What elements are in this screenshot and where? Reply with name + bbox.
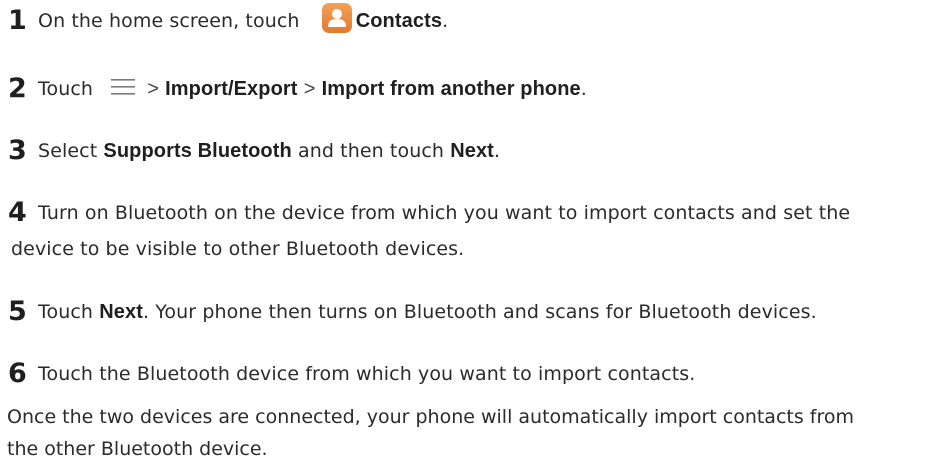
- step-3: 3 Select Supports Bluetooth and then tou…: [8, 134, 500, 168]
- menu-icon: [109, 74, 137, 95]
- note-paragraph-line-2: the other Bluetooth device.: [7, 438, 268, 460]
- note-paragraph-line-1: Once the two devices are connected, your…: [7, 406, 855, 428]
- step-text: On the home screen, touch: [38, 10, 300, 32]
- step-6: 6 Touch the Bluetooth device from which …: [8, 357, 695, 391]
- step-5: 5 Touch Next. Your phone then turns on B…: [8, 295, 817, 329]
- contacts-label: Contacts: [355, 10, 443, 32]
- step-4-continuation: device to be visible to other Bluetooth …: [11, 232, 464, 266]
- import-from-phone-label: Import from another phone: [321, 78, 581, 100]
- step-4: 4 Turn on Bluetooth on the device from w…: [8, 196, 850, 230]
- import-export-label: Import/Export: [165, 78, 298, 100]
- step-number: 1: [8, 5, 27, 36]
- step-2: 2 Touch > Import/Export > Import from an…: [8, 72, 587, 106]
- next-label: Next: [450, 140, 494, 162]
- step-punct: .: [493, 140, 501, 162]
- step-text: Touch: [38, 78, 94, 100]
- step-punct: .: [580, 78, 587, 100]
- step-1: 1 On the home screen, touch Contacts.: [8, 3, 448, 38]
- step-text: Select: [38, 140, 98, 162]
- next-label: Next: [99, 301, 143, 323]
- step-text: . Your phone then turns on Bluetooth and…: [142, 301, 817, 323]
- step-number: 4: [8, 197, 27, 228]
- step-number: 3: [8, 135, 27, 166]
- separator: >: [147, 78, 159, 100]
- separator: >: [303, 78, 316, 100]
- supports-bluetooth-label: Supports Bluetooth: [103, 140, 292, 162]
- step-text: Touch: [38, 301, 94, 323]
- step-number: 5: [8, 296, 27, 327]
- step-number: 2: [8, 73, 27, 104]
- step-number: 6: [8, 358, 27, 389]
- step-text: device to be visible to other Bluetooth …: [11, 238, 465, 260]
- step-text: Touch the Bluetooth device from which yo…: [38, 363, 696, 385]
- step-punct: .: [442, 10, 449, 32]
- contacts-app-icon: [321, 3, 352, 33]
- step-text: and then touch: [297, 140, 445, 162]
- step-text: Turn on Bluetooth on the device from whi…: [38, 202, 851, 224]
